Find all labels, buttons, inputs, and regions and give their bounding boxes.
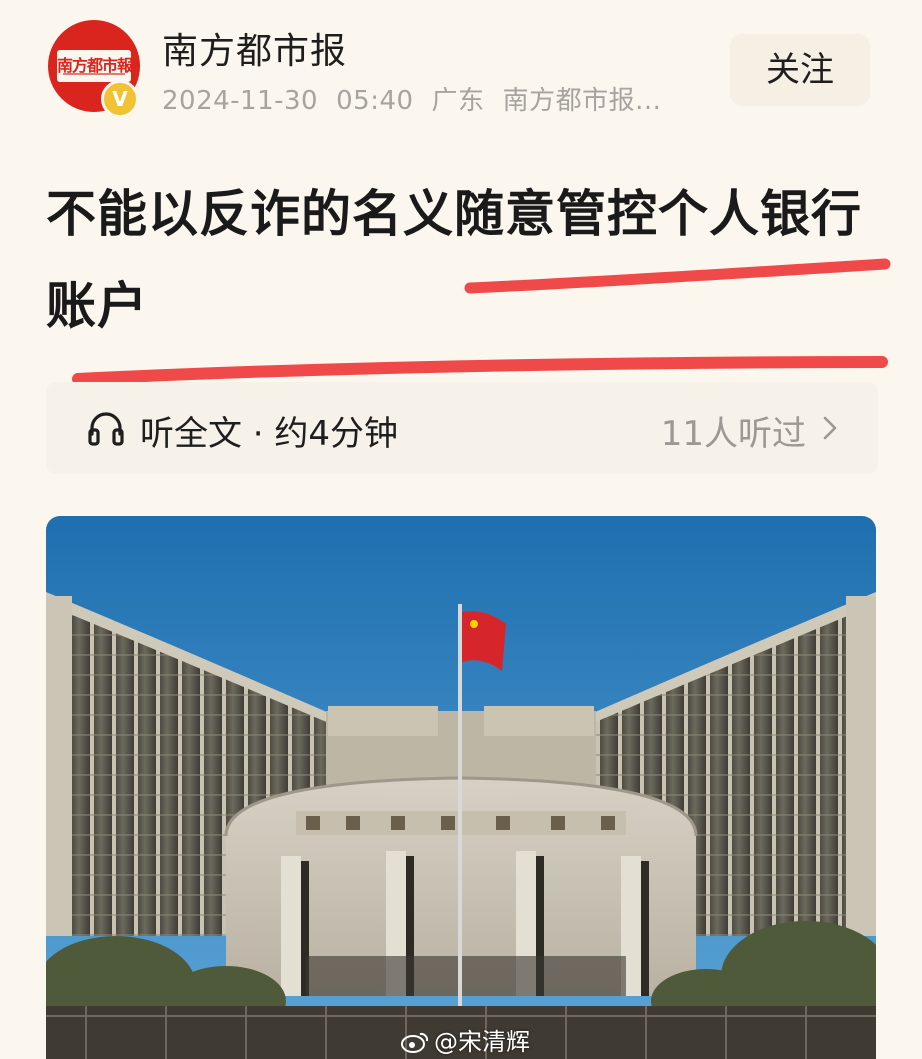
listener-count: 11人听过 bbox=[660, 414, 806, 454]
entrance-shadow bbox=[306, 956, 626, 996]
weibo-icon bbox=[401, 1032, 429, 1053]
listen-label: 听全文 · 约4分钟 bbox=[140, 414, 399, 454]
underline-stroke-2 bbox=[72, 356, 888, 385]
flag-star bbox=[470, 620, 478, 628]
left-wing-edge-pillar bbox=[46, 596, 72, 936]
underline-stroke-1 bbox=[464, 258, 891, 294]
weibo-watermark: @宋清辉 bbox=[400, 1022, 530, 1057]
roof-block-right bbox=[484, 706, 594, 736]
red-underline-annotation bbox=[72, 258, 891, 385]
roof-block-left bbox=[328, 706, 438, 736]
listen-full-article-bar[interactable]: 听全文 · 约4分钟 11人听过 bbox=[46, 382, 878, 474]
bank-building-illustration bbox=[46, 516, 876, 1059]
watermark-handle: @宋清辉 bbox=[434, 1028, 530, 1056]
right-wing-edge-pillar bbox=[846, 596, 876, 936]
headphone-icon bbox=[88, 412, 124, 446]
article-photo[interactable] bbox=[46, 516, 876, 1059]
chevron-right-icon bbox=[823, 416, 837, 440]
